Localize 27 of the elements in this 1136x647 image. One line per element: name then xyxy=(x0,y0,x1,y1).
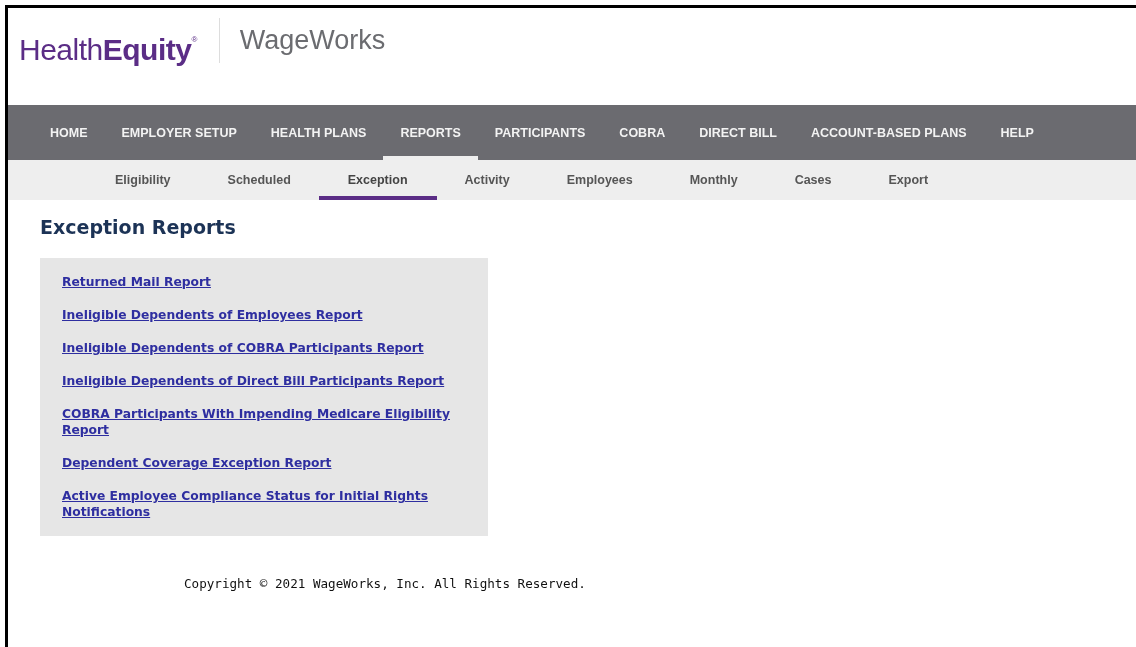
sub-nav-tab[interactable]: Employees xyxy=(537,160,662,200)
sub-nav-tab[interactable]: Cases xyxy=(765,160,861,200)
sub-nav-tab[interactable]: Activity xyxy=(435,160,539,200)
main-nav-tab[interactable]: DIRECT BILL xyxy=(682,105,794,160)
copyright-text: Copyright © 2021 WageWorks, Inc. All Rights Reserved. xyxy=(184,576,587,591)
healthequity-logo: HealthEquity$^{®}$ xyxy=(19,32,197,68)
wageworks-logo: WageWorks xyxy=(239,24,386,57)
sub-nav-tab[interactable]: Export xyxy=(859,160,958,200)
report-link[interactable]: Ineligible Dependents of COBRA Participants Report xyxy=(62,340,486,356)
main-nav-tab[interactable]: HEALTH PLANS xyxy=(253,105,384,160)
report-link[interactable]: Active Employee Compliance Status for Initial Rights Notifications xyxy=(62,488,486,520)
report-link[interactable]: Ineligible Dependents of Employees Report xyxy=(62,307,486,323)
main-nav-tab[interactable]: EMPLOYER SETUP xyxy=(104,105,254,160)
report-link[interactable]: Returned Mail Report xyxy=(62,274,486,290)
sub-nav-tab[interactable]: Scheduled xyxy=(198,160,320,200)
main-nav-tab[interactable]: COBRA xyxy=(602,105,683,160)
report-link[interactable]: Dependent Coverage Exception Report xyxy=(62,455,486,471)
main-nav-tab[interactable]: PARTICIPANTS xyxy=(477,105,603,160)
report-link[interactable]: COBRA Participants With Impending Medicare Eligibility Report xyxy=(62,406,486,438)
sub-nav-tab[interactable]: Monthly xyxy=(660,160,767,200)
main-nav-tab[interactable]: HELP xyxy=(983,105,1051,160)
report-link[interactable]: Ineligible Dependents of Direct Bill Participants Report xyxy=(62,373,486,389)
sub-nav-tab[interactable]: Eligibility xyxy=(86,160,200,200)
sub-nav-tab[interactable]: Exception xyxy=(318,160,437,200)
main-nav-tab[interactable]: ACCOUNT-BASED PLANS xyxy=(794,105,984,160)
main-nav-tab[interactable]: HOME xyxy=(33,105,105,160)
page-title: Exception Reports xyxy=(40,216,237,238)
